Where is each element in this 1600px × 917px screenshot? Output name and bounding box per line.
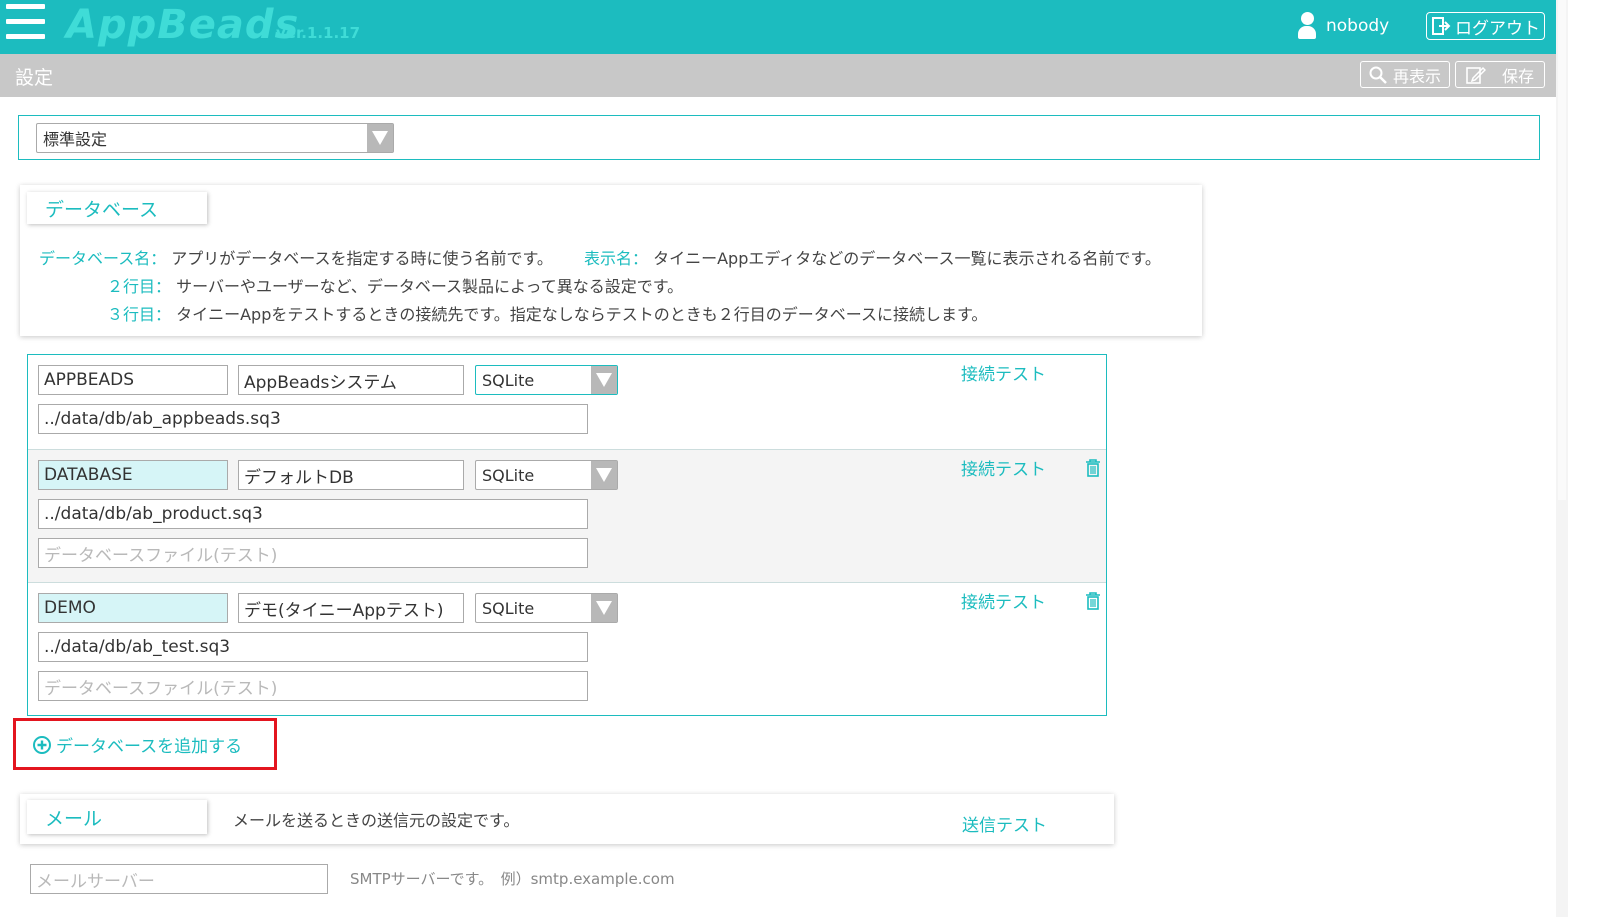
- add-database-highlight: データベースを追加する: [13, 718, 277, 770]
- version-label: ver.1.1.17: [276, 24, 361, 42]
- db-test-path-field[interactable]: データベースファイル(テスト): [38, 671, 588, 701]
- save-label: 保存: [1501, 66, 1534, 86]
- dbname-text: アプリがデータベースを指定する時に使う名前です。: [171, 249, 553, 268]
- dropdown-arrow-icon: [591, 461, 617, 489]
- display-key: 表示名：: [584, 249, 649, 268]
- db-type-select[interactable]: SQLite: [475, 460, 618, 490]
- display-text: タイニーAppエディタなどのデータベース一覧に表示される名前です。: [653, 249, 1161, 268]
- db-display-name-field[interactable]: AppBeadsシステム: [238, 365, 464, 395]
- hamburger-menu-icon[interactable]: [6, 4, 46, 42]
- line2-text: サーバーやユーザーなど、データベース製品によって異なる設定です。: [176, 277, 684, 296]
- desc-line-1: データベース名： アプリがデータベースを指定する時に使う名前です。 表示名： タ…: [39, 245, 1161, 269]
- desc-line-3: ３行目： タイニーAppをテストするときの接続先です。指定なしならテストのときも…: [107, 301, 987, 325]
- line3-key: ３行目：: [107, 305, 172, 324]
- top-bar: AppBeads ver.1.1.17 nobody ログアウト: [0, 0, 1556, 54]
- search-icon: [1369, 66, 1387, 84]
- profile-select-value: 標準設定: [43, 130, 108, 149]
- page-title: 設定: [15, 67, 54, 89]
- database-row: APPBEADS AppBeadsシステム SQLite ../data/db/…: [28, 355, 1106, 449]
- db-type-value: SQLite: [482, 465, 535, 485]
- logout-icon: [1432, 17, 1451, 35]
- edit-icon: [1466, 66, 1486, 84]
- database-row: DEMO デモ(タイニーAppテスト) SQLite ../data/db/ab…: [28, 582, 1106, 715]
- user-icon: [1298, 12, 1316, 40]
- connection-test-link[interactable]: 接続テスト: [961, 588, 1046, 613]
- line3-text: タイニーAppをテストするときの接続先です。指定なしならテストのときも２行目のデ…: [176, 305, 988, 324]
- db-name-field[interactable]: DEMO: [38, 593, 228, 623]
- user-info: nobody: [1298, 12, 1389, 40]
- profile-selector-box: 標準設定: [18, 115, 1540, 160]
- send-test-link[interactable]: 送信テスト: [962, 811, 1047, 836]
- database-section-tab: データベース: [27, 192, 207, 224]
- mail-server-field[interactable]: メールサーバー: [30, 864, 328, 894]
- connection-test-link[interactable]: 接続テスト: [961, 360, 1046, 385]
- page-scrollbar[interactable]: [1556, 0, 1568, 917]
- db-path-field[interactable]: ../data/db/ab_test.sq3: [38, 632, 588, 662]
- db-path-field[interactable]: ../data/db/ab_product.sq3: [38, 499, 588, 529]
- trash-icon[interactable]: [1085, 592, 1101, 610]
- connection-test-link[interactable]: 接続テスト: [961, 455, 1046, 480]
- db-path-field[interactable]: ../data/db/ab_appbeads.sq3: [38, 404, 588, 434]
- db-type-select[interactable]: SQLite: [475, 365, 618, 395]
- logout-label: ログアウト: [1455, 18, 1540, 39]
- db-name-field[interactable]: DATABASE: [38, 460, 228, 490]
- mail-section-tab: メール: [27, 800, 207, 834]
- db-type-select[interactable]: SQLite: [475, 593, 618, 623]
- db-name-field[interactable]: APPBEADS: [38, 365, 228, 395]
- plus-circle-icon: [33, 735, 51, 754]
- dropdown-arrow-icon: [367, 124, 393, 152]
- logout-button[interactable]: ログアウト: [1426, 12, 1545, 40]
- db-type-value: SQLite: [482, 370, 535, 390]
- db-display-name-field[interactable]: デフォルトDB: [238, 460, 464, 490]
- add-database-button[interactable]: データベースを追加する: [32, 732, 242, 757]
- line2-key: ２行目：: [107, 277, 172, 296]
- profile-select[interactable]: 標準設定: [36, 123, 394, 153]
- dbname-key: データベース名：: [39, 249, 167, 268]
- username: nobody: [1326, 16, 1390, 36]
- refresh-label: 再表示: [1392, 66, 1441, 86]
- mail-server-hint: SMTPサーバーです。 例）smtp.example.com: [350, 870, 675, 888]
- dropdown-arrow-icon: [591, 594, 617, 622]
- trash-icon[interactable]: [1085, 459, 1101, 477]
- refresh-button[interactable]: 再表示: [1360, 61, 1450, 88]
- mail-desc: メールを送るときの送信元の設定です。: [233, 811, 520, 830]
- save-button[interactable]: 保存: [1455, 61, 1545, 88]
- dropdown-arrow-icon: [591, 366, 617, 394]
- page-header: 設定 再表示 保存: [0, 54, 1556, 97]
- db-test-path-field[interactable]: データベースファイル(テスト): [38, 538, 588, 568]
- database-list: APPBEADS AppBeadsシステム SQLite ../data/db/…: [27, 354, 1107, 716]
- db-display-name-field[interactable]: デモ(タイニーAppテスト): [238, 593, 464, 623]
- db-type-value: SQLite: [482, 598, 535, 618]
- desc-line-2: ２行目： サーバーやユーザーなど、データベース製品によって異なる設定です。: [107, 273, 683, 297]
- app-logo: AppBeads: [66, 2, 300, 48]
- add-database-label: データベースを追加する: [56, 737, 243, 757]
- database-row: DATABASE デフォルトDB SQLite ../data/db/ab_pr…: [28, 449, 1106, 582]
